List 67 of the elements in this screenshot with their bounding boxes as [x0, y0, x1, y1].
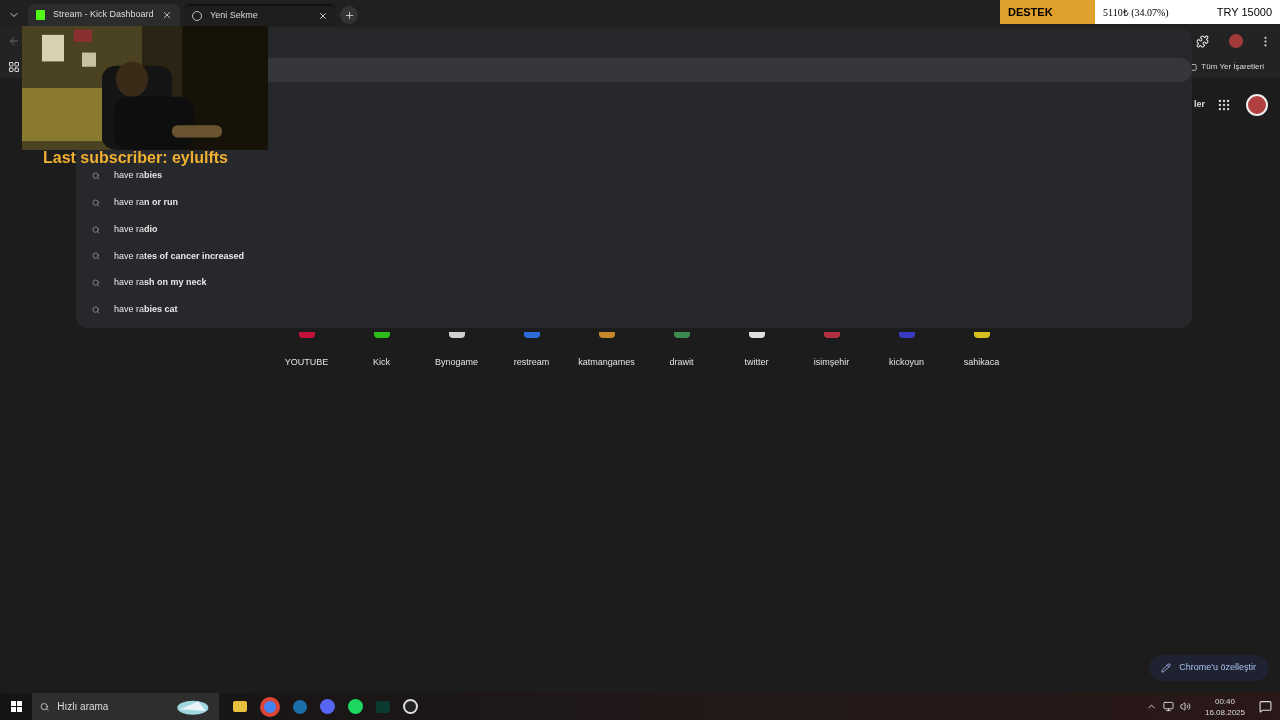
shortcut-icon[interactable]	[748, 332, 765, 338]
shortcut-label[interactable]: Kick	[373, 356, 390, 370]
all-bookmarks-link[interactable]: Tüm Yer İşaretleri	[1201, 61, 1264, 73]
customize-chrome-button[interactable]: Chrome'u özelleştir	[1149, 655, 1268, 681]
puzzle-icon[interactable]	[1196, 34, 1209, 48]
file-explorer-icon[interactable]	[233, 701, 247, 712]
search-icon	[92, 198, 100, 207]
shortcut-label[interactable]: Bynogame	[435, 356, 478, 370]
close-icon[interactable]	[162, 10, 172, 20]
suggestion-item[interactable]: have radio	[76, 219, 1192, 240]
taskbar-search-field[interactable]: Hızlı arama	[32, 693, 219, 720]
browser-tab[interactable]: Stream - Kick Dashboard	[28, 4, 180, 26]
search-icon	[92, 279, 100, 288]
search-icon	[92, 252, 100, 261]
obs-icon[interactable]	[403, 699, 418, 714]
ticker-goal: TRY 15000	[1216, 4, 1272, 20]
shortcut-label[interactable]: YOUTUBE	[284, 356, 329, 370]
spotify-icon[interactable]	[348, 699, 363, 714]
suggestion-text: have rates of cancer increased	[114, 249, 245, 263]
new-tab-button[interactable]	[340, 6, 358, 24]
suggestion-item[interactable]: have rabies	[76, 166, 1192, 186]
shortcut-label[interactable]: drawit	[669, 356, 694, 370]
shortcut-label[interactable]: kickoyun	[889, 356, 924, 370]
suggestion-item[interactable]: have ran or run	[76, 192, 1192, 213]
clock-date[interactable]: 16.08.2025	[1204, 706, 1245, 718]
shortcut-label[interactable]: isimşehir	[813, 356, 850, 370]
steam-icon[interactable]	[293, 699, 307, 714]
close-icon[interactable]	[318, 11, 328, 21]
network-icon[interactable]	[1162, 701, 1174, 712]
search-input[interactable]: Hızlı arama	[57, 699, 168, 714]
shortcut-label[interactable]: restream	[513, 356, 550, 370]
search-icon	[92, 225, 100, 234]
suggestion-text: have rabies cat	[114, 303, 178, 317]
apps-icon[interactable]	[8, 61, 20, 73]
clock-time[interactable]: 00:40	[1214, 695, 1235, 707]
shortcut-label[interactable]: sahikaca	[963, 356, 1000, 370]
shortcut-icon[interactable]	[973, 332, 990, 338]
suggestion-item[interactable]: have rates of cancer increased	[76, 246, 1192, 267]
shortcut-icon[interactable]	[373, 332, 390, 338]
shortcut-label[interactable]: twitter	[744, 356, 769, 370]
shortcut-label[interactable]: katmangames	[578, 356, 635, 370]
last-subscriber-text: Last subscriber: eylulfts	[43, 150, 228, 166]
volume-icon[interactable]	[1179, 701, 1191, 712]
suggestion-text: have rash on my neck	[114, 276, 207, 290]
suggestion-item[interactable]: have rabies cat	[76, 300, 1192, 320]
suggestion-text: have ran or run	[114, 196, 179, 210]
suggestion-item[interactable]: have rash on my neck	[76, 273, 1192, 294]
ticker-amount: 5110₺ (34.07%)	[1103, 5, 1169, 20]
search-icon	[40, 700, 50, 713]
profile-avatar[interactable]	[1246, 94, 1268, 116]
tab-title: Stream - Kick Dashboard	[53, 8, 154, 22]
apps-grid-icon[interactable]	[1217, 98, 1231, 112]
ntp-header-link[interactable]: ler	[1194, 98, 1205, 112]
kick-logo-icon	[36, 10, 45, 20]
chrome-icon[interactable]	[260, 696, 280, 717]
pencil-icon	[1161, 663, 1172, 673]
discord-icon[interactable]	[320, 699, 335, 714]
search-icon	[92, 172, 100, 180]
shortcut-icon[interactable]	[448, 332, 465, 338]
notifications-icon[interactable]	[1259, 700, 1272, 713]
tab-title: Yeni Sekme	[210, 9, 259, 23]
shortcut-icon[interactable]	[598, 332, 615, 338]
suggestion-text: have radio	[114, 222, 158, 236]
search-icon	[92, 306, 100, 314]
ticker-label: DESTEK	[1000, 0, 1095, 24]
suggestion-text: have rabies	[114, 169, 163, 183]
plus-icon	[343, 9, 355, 21]
